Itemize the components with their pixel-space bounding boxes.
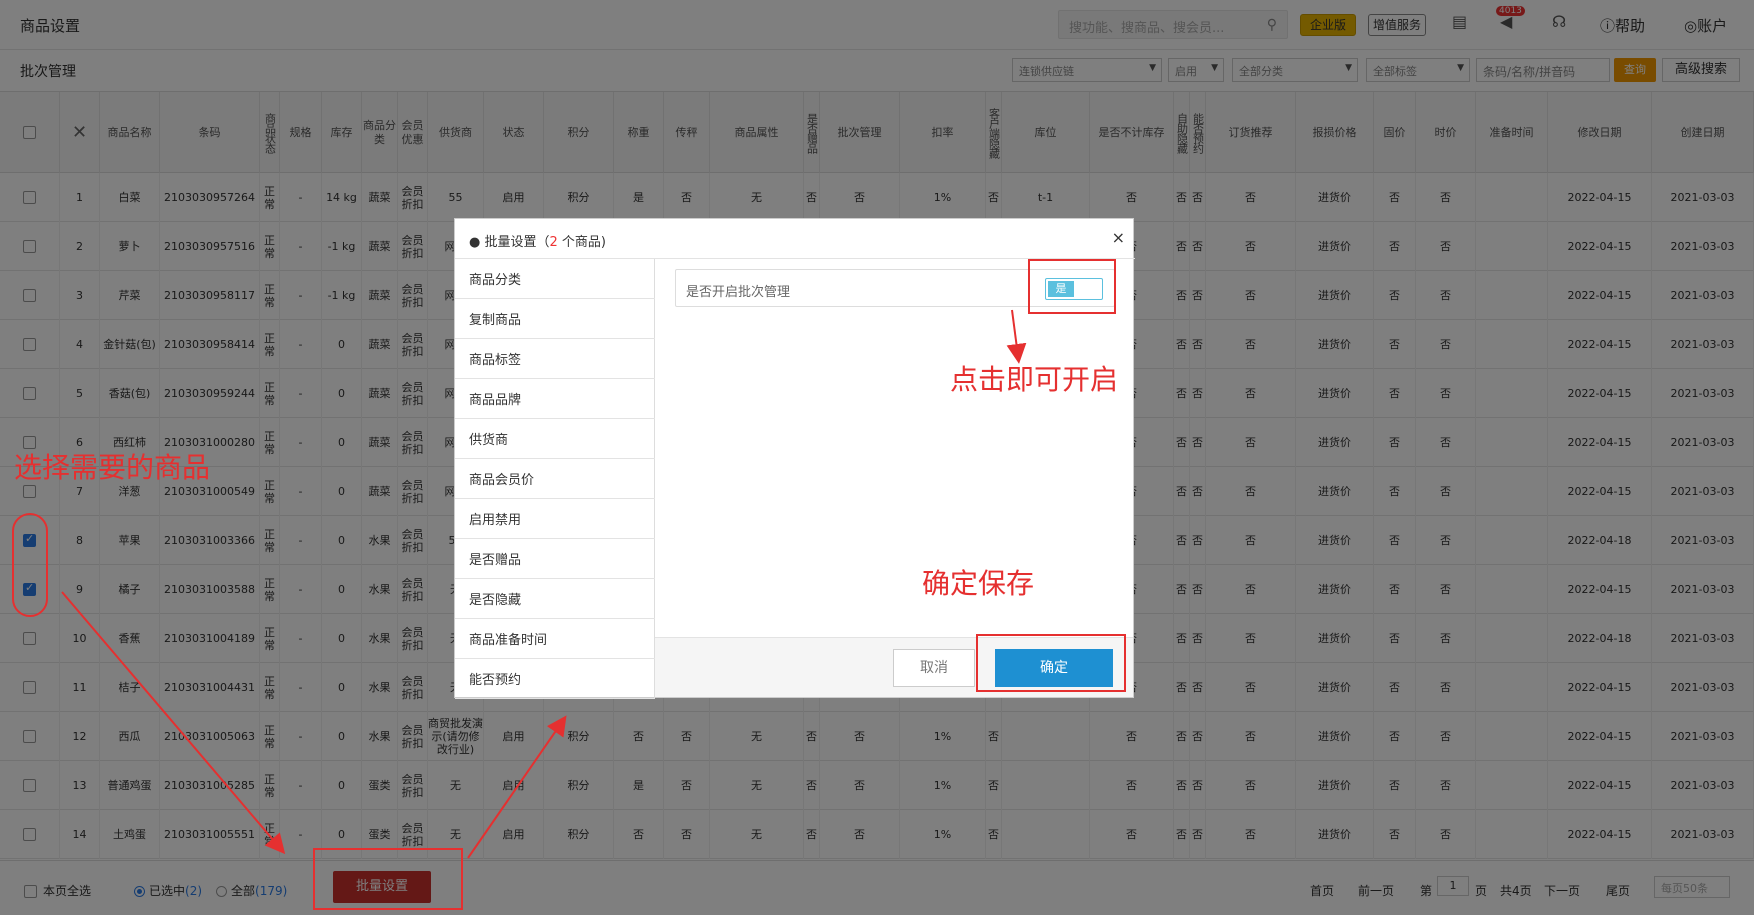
modal-menu-item[interactable]: 供货商 [455,419,655,459]
batch-management-label: 是否开启批次管理 [686,285,791,300]
modal-menu-item[interactable]: 是否隐藏 [455,579,655,619]
cancel-button[interactable]: 取消 [893,649,975,687]
annotation-select: 选择需要的商品 [14,451,211,484]
modal-title-prefix: ● 批量设置（ [469,235,550,250]
highlight-checkboxes [12,513,48,617]
annotation-click-open: 点击即可开启 [950,363,1119,396]
modal-menu-item[interactable]: 能否预约 [455,659,655,699]
highlight-batch-button [313,848,463,910]
close-icon[interactable]: × [1112,228,1125,247]
highlight-confirm [976,634,1126,692]
modal-menu-item[interactable]: 启用禁用 [455,499,655,539]
highlight-toggle [1028,259,1116,314]
modal-menu-item[interactable]: 商品准备时间 [455,619,655,659]
modal-menu: 商品分类 复制商品 商品标签 商品品牌 供货商 商品会员价 启用禁用 是否赠品 是否隐藏 商品准备… [455,259,655,699]
modal-menu-item[interactable]: 是否赠品 [455,539,655,579]
modal-menu-item[interactable]: 商品标签 [455,339,655,379]
modal-header: ● 批量设置（2 个商品) × [455,219,1135,259]
modal-title: ● 批量设置（2 个商品) [469,231,606,250]
annotation-save: 确定保存 [922,567,1035,600]
modal-menu-item[interactable]: 商品分类 [455,259,655,299]
modal-menu-item[interactable]: 复制商品 [455,299,655,339]
modal-count: 2 [549,235,558,250]
modal-menu-item[interactable]: 商品会员价 [455,459,655,499]
modal-menu-item[interactable]: 商品品牌 [455,379,655,419]
modal-title-suffix: 个商品) [557,235,606,250]
